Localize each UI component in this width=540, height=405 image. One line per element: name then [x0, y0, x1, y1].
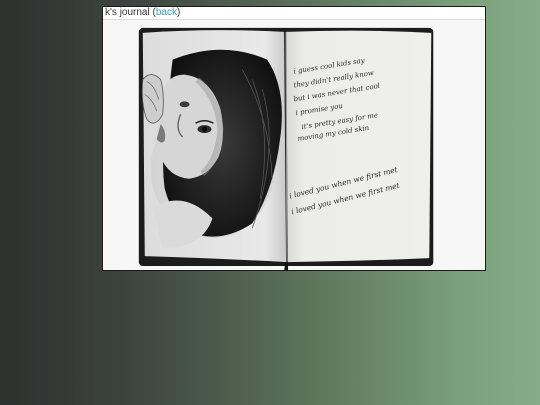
title-prefix: k's journal ( [105, 7, 156, 18]
back-link[interactable]: back [156, 7, 177, 18]
title-suffix: ) [176, 7, 181, 18]
open-sketchbook-illustration: i guess cool kids say they didn't really… [138, 27, 434, 270]
window-title-bar: k's journal (back) [103, 7, 485, 20]
journal-window: k's journal (back) i guess cool kids say… [102, 6, 486, 271]
journal-image: i guess cool kids say they didn't really… [103, 20, 485, 270]
